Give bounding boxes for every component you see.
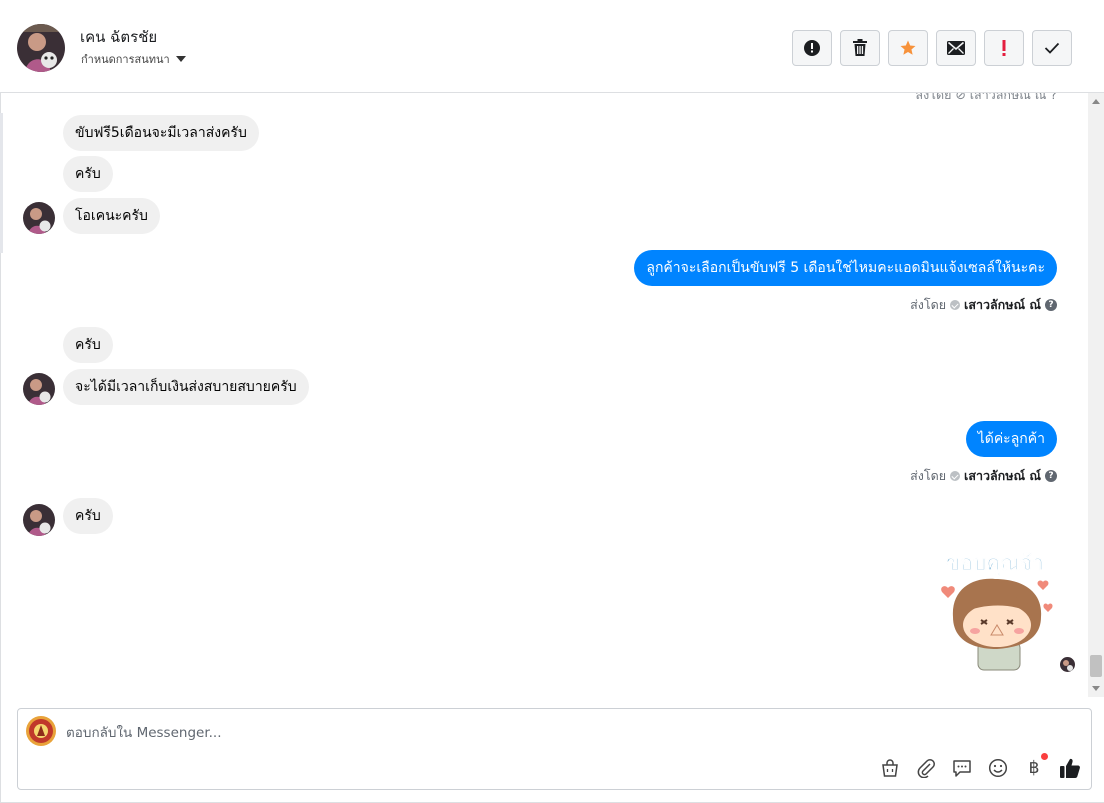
mark-important-button[interactable]: [984, 30, 1024, 66]
checkmark-icon: [1044, 42, 1060, 54]
incoming-message[interactable]: ครับ: [63, 156, 113, 192]
scrollbar-thumb[interactable]: [1090, 655, 1102, 677]
assign-conversation-label: กำหนดการสนทนา: [81, 53, 170, 66]
mark-unread-button[interactable]: [936, 30, 976, 66]
exclamation-icon: [1002, 40, 1006, 56]
contact-name: เคน ฉัตรชัย: [80, 28, 158, 46]
chat-bubble-icon: [953, 760, 971, 777]
caret-down-icon: [175, 56, 186, 62]
message-thread[interactable]: ส่งโดย ⊘ เสาวลักษณ์ ณ์ ? ขับฟรี5เดือนจะม…: [0, 93, 1088, 697]
attach-button[interactable]: [915, 757, 937, 779]
sticker-text: ขอบคุณจ้า: [946, 551, 1044, 577]
sent-by-label: ส่งโดย เสาวลักษณ์ ณ์ ?: [910, 295, 1057, 315]
scroll-up-arrow-icon[interactable]: [1092, 99, 1100, 104]
page-avatar: [26, 716, 56, 746]
thread-divider: [0, 113, 3, 253]
incoming-message[interactable]: ขับฟรี5เดือนจะมีเวลาส่งครับ: [63, 115, 259, 151]
conversation-header: เคน ฉัตรชัย กำหนดการสนทนา: [0, 0, 1104, 93]
report-spam-button[interactable]: [792, 30, 832, 66]
incoming-message[interactable]: ครับ: [63, 498, 113, 534]
incoming-message[interactable]: จะได้มีเวลาเก็บเงินส่งสบายสบายครับ: [63, 369, 309, 405]
sent-by-prefix: ส่งโดย: [910, 468, 947, 483]
emoji-button[interactable]: [987, 757, 1009, 779]
paperclip-icon: [917, 759, 935, 778]
contact-avatar[interactable]: [17, 24, 65, 72]
contact-message-avatar[interactable]: [23, 373, 55, 405]
sent-check-icon: [950, 471, 961, 481]
seen-by-avatar: [1060, 657, 1075, 672]
sent-by-label: ส่งโดย เสาวลักษณ์ ณ์ ?: [910, 466, 1057, 486]
saved-replies-button[interactable]: [951, 757, 973, 779]
help-icon[interactable]: ?: [1045, 470, 1057, 482]
reply-input[interactable]: [66, 723, 866, 743]
incoming-message[interactable]: โอเคนะครับ: [63, 198, 160, 234]
notification-dot: [1041, 753, 1048, 760]
sent-by-prefix: ส่งโดย: [910, 297, 947, 312]
star-icon: [900, 40, 916, 55]
assign-conversation-dropdown[interactable]: กำหนดการสนทนา: [81, 50, 186, 68]
mark-done-button[interactable]: [1032, 30, 1072, 66]
payment-button[interactable]: ฿: [1023, 753, 1048, 779]
envelope-icon: [947, 41, 965, 55]
header-actions: [792, 30, 1072, 66]
thank-you-sticker[interactable]: ขอบคุณจ้า: [933, 547, 1063, 672]
alert-circle-icon: [804, 40, 820, 56]
message-composer: ฿: [17, 708, 1092, 790]
like-button[interactable]: [1059, 757, 1081, 779]
delete-button[interactable]: [840, 30, 880, 66]
thumbs-up-icon: [1060, 758, 1080, 778]
scroll-down-arrow-icon[interactable]: [1092, 686, 1100, 691]
thread-scrollbar[interactable]: [1088, 93, 1104, 697]
shop-bag-button[interactable]: [879, 757, 901, 779]
baht-icon: ฿: [1028, 758, 1040, 778]
contact-message-avatar[interactable]: [23, 202, 55, 234]
sender-name[interactable]: เสาวลักษณ์ ณ์: [964, 466, 1041, 486]
contact-message-avatar[interactable]: [23, 504, 55, 536]
outgoing-message[interactable]: ได้ค่ะลูกค้า: [965, 421, 1057, 457]
help-icon[interactable]: ?: [1045, 299, 1057, 311]
smiley-icon: [988, 758, 1008, 778]
incoming-message[interactable]: ครับ: [63, 327, 113, 363]
shopping-bag-icon: [882, 759, 898, 777]
sender-name[interactable]: เสาวลักษณ์ ณ์: [964, 295, 1041, 315]
star-button[interactable]: [888, 30, 928, 66]
trash-icon: [853, 39, 867, 56]
outgoing-message[interactable]: ลูกค้าจะเลือกเป็นขับฟรี 5 เดือนใช่ไหมคะแ…: [634, 250, 1057, 286]
composer-toolbar: ฿: [879, 753, 1081, 779]
clipped-sent-by-label: ส่งโดย ⊘ เสาวลักษณ์ ณ์ ?: [915, 93, 1058, 102]
sent-check-icon: [950, 300, 961, 310]
